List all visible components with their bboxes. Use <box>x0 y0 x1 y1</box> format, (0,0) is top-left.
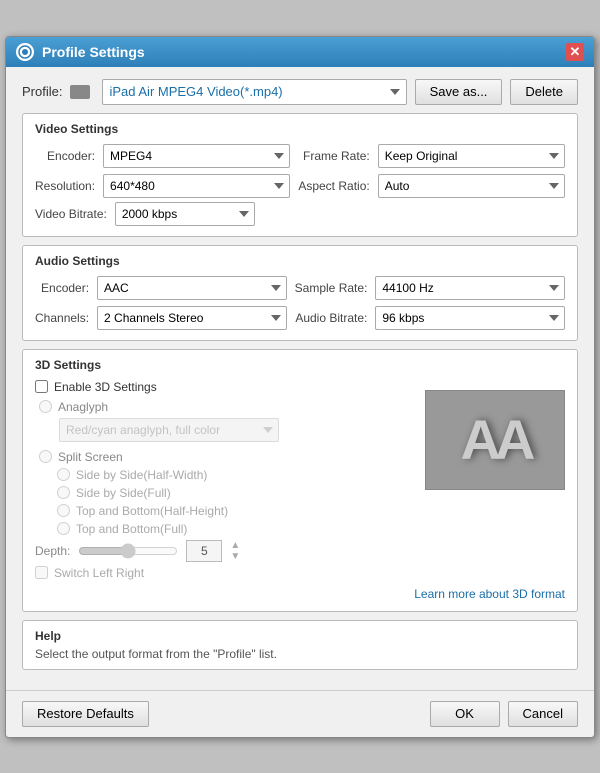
top-bottom-full-row: Top and Bottom(Full) <box>57 522 565 536</box>
audio-settings-title: Audio Settings <box>35 254 565 268</box>
video-settings-section: Video Settings Encoder: MPEG4 Frame Rate… <box>22 113 578 237</box>
top-bottom-half-row: Top and Bottom(Half-Height) <box>57 504 565 518</box>
video-settings-grid: Encoder: MPEG4 Frame Rate: Keep Original… <box>35 144 565 198</box>
split-screen-radio[interactable] <box>39 450 52 463</box>
depth-label: Depth: <box>35 544 70 558</box>
enable-3d-label[interactable]: Enable 3D Settings <box>54 380 157 394</box>
video-bitrate-label: Video Bitrate: <box>35 207 107 221</box>
side-by-side-full-radio[interactable] <box>57 486 70 499</box>
audio-bitrate-select[interactable]: 96 kbps <box>375 306 565 330</box>
profile-device-icon <box>70 85 90 99</box>
depth-value: 5 <box>186 540 222 562</box>
profile-select[interactable]: iPad Air MPEG4 Video(*.mp4) <box>102 79 406 105</box>
aspect-ratio-label: Aspect Ratio: <box>298 179 369 193</box>
encoder-select[interactable]: MPEG4 <box>103 144 290 168</box>
top-bottom-full-label[interactable]: Top and Bottom(Full) <box>76 522 187 536</box>
top-bottom-half-radio[interactable] <box>57 504 70 517</box>
video-bitrate-select[interactable]: 2000 kbps <box>115 202 255 226</box>
three-d-settings-section: 3D Settings AA Enable 3D Settings Anagly… <box>22 349 578 612</box>
profile-row: Profile: iPad Air MPEG4 Video(*.mp4) Sav… <box>22 79 578 105</box>
help-title: Help <box>35 629 565 643</box>
title-bar-icon <box>16 43 34 61</box>
preview-text: AA <box>461 407 530 472</box>
ok-button[interactable]: OK <box>430 701 500 727</box>
profile-settings-window: Profile Settings ✕ Profile: iPad Air MPE… <box>5 36 595 738</box>
profile-label: Profile: <box>22 84 62 99</box>
depth-spinner-up[interactable]: ▲▼ <box>230 540 240 562</box>
anaglyph-radio[interactable] <box>39 400 52 413</box>
resolution-select[interactable]: 640*480 <box>103 174 290 198</box>
channels-select[interactable]: 2 Channels Stereo <box>97 306 287 330</box>
three-d-title: 3D Settings <box>35 358 565 372</box>
learn-more-link[interactable]: Learn more about 3D format <box>414 587 565 601</box>
preview-box: AA <box>425 390 565 490</box>
footer: Restore Defaults OK Cancel <box>6 690 594 737</box>
delete-button[interactable]: Delete <box>510 79 578 105</box>
split-screen-label[interactable]: Split Screen <box>58 450 123 464</box>
side-by-side-half-label[interactable]: Side by Side(Half-Width) <box>76 468 207 482</box>
audio-encoder-label: Encoder: <box>35 281 89 295</box>
sample-rate-label: Sample Rate: <box>295 281 368 295</box>
frame-rate-label: Frame Rate: <box>298 149 369 163</box>
main-content: Profile: iPad Air MPEG4 Video(*.mp4) Sav… <box>6 67 594 690</box>
side-by-side-full-label[interactable]: Side by Side(Full) <box>76 486 171 500</box>
anaglyph-select[interactable]: Red/cyan anaglyph, full color <box>59 418 279 442</box>
audio-bitrate-label: Audio Bitrate: <box>295 311 368 325</box>
top-bottom-full-radio[interactable] <box>57 522 70 535</box>
channels-label: Channels: <box>35 311 89 325</box>
video-bitrate-row: Video Bitrate: 2000 kbps <box>35 202 565 226</box>
video-settings-title: Video Settings <box>35 122 565 136</box>
restore-defaults-button[interactable]: Restore Defaults <box>22 701 149 727</box>
preview-box-container: AA <box>425 390 565 490</box>
audio-settings-grid: Encoder: AAC Sample Rate: 44100 Hz Chann… <box>35 276 565 330</box>
resolution-label: Resolution: <box>35 179 95 193</box>
depth-slider[interactable] <box>78 543 178 559</box>
enable-3d-checkbox[interactable] <box>35 380 48 393</box>
top-bottom-half-label[interactable]: Top and Bottom(Half-Height) <box>76 504 228 518</box>
window-title: Profile Settings <box>42 44 566 60</box>
learn-more-row: Learn more about 3D format <box>35 586 565 601</box>
frame-rate-select[interactable]: Keep Original <box>378 144 565 168</box>
encoder-label: Encoder: <box>35 149 95 163</box>
depth-row: Depth: 5 ▲▼ <box>35 540 565 562</box>
audio-encoder-select[interactable]: AAC <box>97 276 287 300</box>
title-bar: Profile Settings ✕ <box>6 37 594 67</box>
switch-lr-label[interactable]: Switch Left Right <box>54 566 144 580</box>
sample-rate-select[interactable]: 44100 Hz <box>375 276 565 300</box>
help-section: Help Select the output format from the "… <box>22 620 578 670</box>
switch-lr-checkbox[interactable] <box>35 566 48 579</box>
aspect-ratio-select[interactable]: Auto <box>378 174 565 198</box>
close-button[interactable]: ✕ <box>566 43 584 61</box>
footer-right-buttons: OK Cancel <box>430 701 578 727</box>
anaglyph-label[interactable]: Anaglyph <box>58 400 108 414</box>
save-as-button[interactable]: Save as... <box>415 79 503 105</box>
cancel-button[interactable]: Cancel <box>508 701 578 727</box>
audio-settings-section: Audio Settings Encoder: AAC Sample Rate:… <box>22 245 578 341</box>
side-by-side-half-radio[interactable] <box>57 468 70 481</box>
help-text: Select the output format from the "Profi… <box>35 647 565 661</box>
switch-lr-row: Switch Left Right <box>35 566 565 580</box>
